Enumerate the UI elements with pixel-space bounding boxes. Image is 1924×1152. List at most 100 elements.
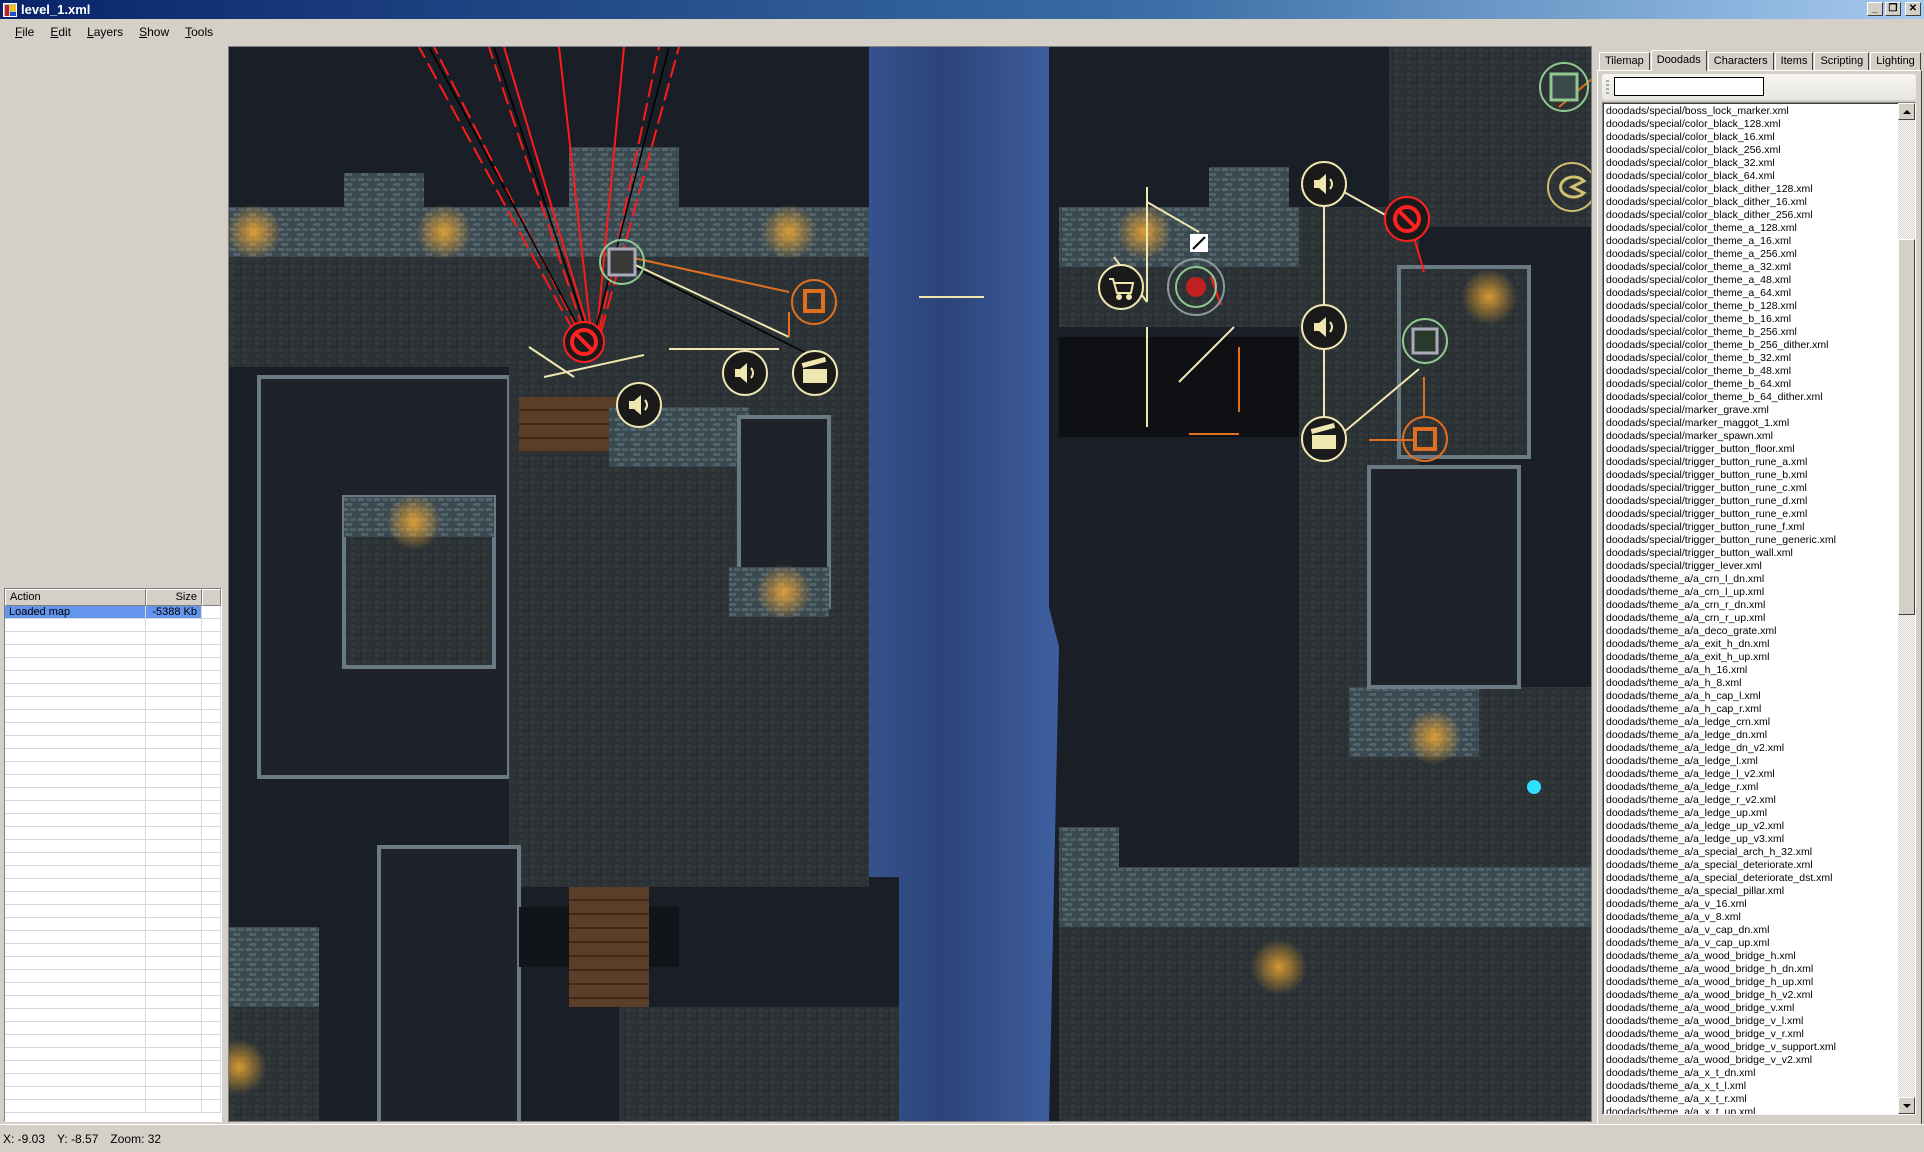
doodad-list-item[interactable]: doodads/theme_a/a_ledge_l.xml	[1606, 755, 1891, 768]
doodad-list-item[interactable]: doodads/special/trigger_button_rune_a.xm…	[1606, 456, 1891, 469]
scroll-up-button[interactable]	[1898, 103, 1915, 120]
doodad-list-item[interactable]: doodads/special/color_black_128.xml	[1606, 118, 1891, 131]
doodad-list-item[interactable]: doodads/special/color_theme_a_128.xml	[1606, 222, 1891, 235]
marker-shop[interactable]	[1098, 264, 1144, 310]
doodad-list-item[interactable]: doodads/theme_a/a_crn_l_up.xml	[1606, 586, 1891, 599]
doodad-list-item[interactable]: doodads/theme_a/a_exit_h_dn.xml	[1606, 638, 1891, 651]
minimize-button[interactable]: _	[1867, 2, 1883, 16]
doodad-filter-input[interactable]	[1614, 77, 1764, 96]
menu-file[interactable]: File	[9, 19, 44, 45]
doodad-list-item[interactable]: doodads/theme_a/a_ledge_up.xml	[1606, 807, 1891, 820]
doodad-list-item[interactable]: doodads/special/trigger_button_rune_f.xm…	[1606, 521, 1891, 534]
doodad-list-item[interactable]: doodads/theme_a/a_ledge_crn.xml	[1606, 716, 1891, 729]
doodad-list-item[interactable]: doodads/special/color_theme_b_128.xml	[1606, 300, 1891, 313]
menu-tools[interactable]: Tools	[179, 19, 223, 45]
doodad-list-item[interactable]: doodads/special/color_black_16.xml	[1606, 131, 1891, 144]
marker-cutscene[interactable]	[792, 350, 838, 396]
doodad-list-item[interactable]: doodads/theme_a/a_wood_bridge_h.xml	[1606, 950, 1891, 963]
history-row[interactable]: Loaded map -5388 Kb	[5, 606, 221, 619]
doodad-list-item[interactable]: doodads/theme_a/a_wood_bridge_v_support.…	[1606, 1041, 1891, 1054]
doodad-list-item[interactable]: doodads/special/color_theme_b_32.xml	[1606, 352, 1891, 365]
doodad-list-item[interactable]: doodads/theme_a/a_wood_bridge_h_dn.xml	[1606, 963, 1891, 976]
doodad-list[interactable]: doodads/special/boss_lock_marker.xml dood…	[1602, 102, 1916, 1115]
doodad-list-item[interactable]: doodads/theme_a/a_h_8.xml	[1606, 677, 1891, 690]
doodad-list-item[interactable]: doodads/special/color_theme_b_64_dither.…	[1606, 391, 1891, 404]
doodad-list-item[interactable]: doodads/theme_a/a_wood_bridge_h_up.xml	[1606, 976, 1891, 989]
doodad-list-item[interactable]: doodads/special/color_theme_a_64.xml	[1606, 287, 1891, 300]
doodad-list-item[interactable]: doodads/special/marker_spawn.xml	[1606, 430, 1891, 443]
close-button[interactable]: ✕	[1905, 2, 1921, 16]
map-render[interactable]	[229, 47, 1592, 1122]
doodad-list-item[interactable]: doodads/theme_a/a_x_t_l.xml	[1606, 1080, 1891, 1093]
tab-items[interactable]: Items	[1774, 52, 1814, 70]
doodad-list-item[interactable]: doodads/theme_a/a_ledge_l_v2.xml	[1606, 768, 1891, 781]
doodad-list-scrollbar[interactable]	[1898, 103, 1915, 1114]
scroll-down-button[interactable]	[1898, 1097, 1915, 1114]
doodad-list-item[interactable]: doodads/theme_a/a_special_deteriorate_ds…	[1606, 872, 1891, 885]
menu-layers[interactable]: Layers	[81, 19, 133, 45]
doodad-list-item[interactable]: doodads/special/color_theme_b_256_dither…	[1606, 339, 1891, 352]
doodad-list-item[interactable]: doodads/special/trigger_button_rune_gene…	[1606, 534, 1891, 547]
doodad-list-item[interactable]: doodads/special/color_theme_b_48.xml	[1606, 365, 1891, 378]
marker-sound[interactable]	[1301, 161, 1347, 207]
doodad-list-item[interactable]: doodads/theme_a/a_wood_bridge_v_r.xml	[1606, 1028, 1891, 1041]
doodad-list-item[interactable]: doodads/special/color_theme_b_16.xml	[1606, 313, 1891, 326]
marker-enemy[interactable]	[1167, 258, 1225, 316]
doodad-list-item[interactable]: doodads/special/color_black_dither_128.x…	[1606, 183, 1891, 196]
doodad-list-item[interactable]: doodads/theme_a/a_wood_bridge_v_v2.xml	[1606, 1054, 1891, 1067]
doodad-list-item[interactable]: doodads/special/trigger_button_rune_e.xm…	[1606, 508, 1891, 521]
doodad-list-item[interactable]: doodads/theme_a/a_crn_l_dn.xml	[1606, 573, 1891, 586]
doodad-list-item[interactable]: doodads/theme_a/a_exit_h_up.xml	[1606, 651, 1891, 664]
doodad-list-item[interactable]: doodads/theme_a/a_wood_bridge_v.xml	[1606, 1002, 1891, 1015]
doodad-list-item[interactable]: doodads/theme_a/a_x_t_up.xml	[1606, 1106, 1891, 1114]
column-header-action[interactable]: Action	[5, 589, 146, 606]
tab-doodads[interactable]: Doodads	[1650, 50, 1707, 71]
doodad-list-item[interactable]: doodads/theme_a/a_h_cap_l.xml	[1606, 690, 1891, 703]
doodad-list-item[interactable]: doodads/theme_a/a_ledge_up_v2.xml	[1606, 820, 1891, 833]
doodad-list-item[interactable]: doodads/theme_a/a_deco_grate.xml	[1606, 625, 1891, 638]
doodad-list-item[interactable]: doodads/special/trigger_button_floor.xml	[1606, 443, 1891, 456]
doodad-list-item[interactable]: doodads/special/color_theme_b_64.xml	[1606, 378, 1891, 391]
marker-sound[interactable]	[1301, 304, 1347, 350]
menu-show[interactable]: Show	[133, 19, 179, 45]
doodad-list-item[interactable]: doodads/theme_a/a_wood_bridge_h_v2.xml	[1606, 989, 1891, 1002]
doodad-list-item[interactable]: doodads/theme_a/a_h_16.xml	[1606, 664, 1891, 677]
doodad-list-item[interactable]: doodads/special/color_theme_a_48.xml	[1606, 274, 1891, 287]
doodad-list-item[interactable]: doodads/special/color_theme_b_256.xml	[1606, 326, 1891, 339]
doodad-list-item[interactable]: doodads/special/color_theme_a_32.xml	[1606, 261, 1891, 274]
doodad-list-item[interactable]: doodads/special/trigger_button_rune_c.xm…	[1606, 482, 1891, 495]
toolstrip-grip[interactable]	[1606, 80, 1609, 94]
column-header-size[interactable]: Size	[146, 589, 202, 606]
doodad-list-item[interactable]: doodads/special/color_black_dither_256.x…	[1606, 209, 1891, 222]
doodad-list-item[interactable]: doodads/special/boss_lock_marker.xml	[1606, 105, 1891, 118]
doodad-list-item[interactable]: doodads/special/marker_maggot_1.xml	[1606, 417, 1891, 430]
doodad-list-item[interactable]: doodads/theme_a/a_wood_bridge_v_l.xml	[1606, 1015, 1891, 1028]
tab-characters[interactable]: Characters	[1707, 52, 1774, 70]
tab-scripting[interactable]: Scripting	[1814, 52, 1870, 70]
doodad-list-item[interactable]: doodads/theme_a/a_crn_r_up.xml	[1606, 612, 1891, 625]
marker-cutscene[interactable]	[1301, 416, 1347, 462]
doodad-list-item[interactable]: doodads/special/trigger_button_rune_b.xm…	[1606, 469, 1891, 482]
doodad-list-item[interactable]: doodads/special/trigger_button_wall.xml	[1606, 547, 1891, 560]
doodad-list-item[interactable]: doodads/theme_a/a_ledge_r.xml	[1606, 781, 1891, 794]
doodad-list-item[interactable]: doodads/theme_a/a_v_cap_up.xml	[1606, 937, 1891, 950]
doodad-list-item[interactable]: doodads/special/color_black_32.xml	[1606, 157, 1891, 170]
doodad-list-item[interactable]: doodads/theme_a/a_crn_r_dn.xml	[1606, 599, 1891, 612]
doodad-list-item[interactable]: doodads/theme_a/a_ledge_dn.xml	[1606, 729, 1891, 742]
map-canvas[interactable]	[228, 46, 1592, 1122]
doodad-list-item[interactable]: doodads/theme_a/a_special_pillar.xml	[1606, 885, 1891, 898]
doodad-list-item[interactable]: doodads/special/color_black_256.xml	[1606, 144, 1891, 157]
marker-sound[interactable]	[722, 350, 768, 396]
doodad-list-item[interactable]: doodads/special/color_theme_a_256.xml	[1606, 248, 1891, 261]
menu-edit[interactable]: Edit	[44, 19, 81, 45]
history-list[interactable]: Action Size Loaded map -5388 Kb	[4, 588, 222, 1122]
tab-tilemap[interactable]: Tilemap	[1599, 52, 1650, 70]
doodad-list-item[interactable]: doodads/theme_a/a_ledge_up_v3.xml	[1606, 833, 1891, 846]
doodad-list-item[interactable]: doodads/theme_a/a_x_t_dn.xml	[1606, 1067, 1891, 1080]
doodad-list-item[interactable]: doodads/theme_a/a_ledge_dn_v2.xml	[1606, 742, 1891, 755]
marker-blocker[interactable]	[563, 321, 605, 363]
doodad-list-item[interactable]: doodads/theme_a/a_v_16.xml	[1606, 898, 1891, 911]
doodad-list-item[interactable]: doodads/special/trigger_button_rune_d.xm…	[1606, 495, 1891, 508]
doodad-list-item[interactable]: doodads/theme_a/a_x_t_r.xml	[1606, 1093, 1891, 1106]
doodad-list-item[interactable]: doodads/special/trigger_lever.xml	[1606, 560, 1891, 573]
